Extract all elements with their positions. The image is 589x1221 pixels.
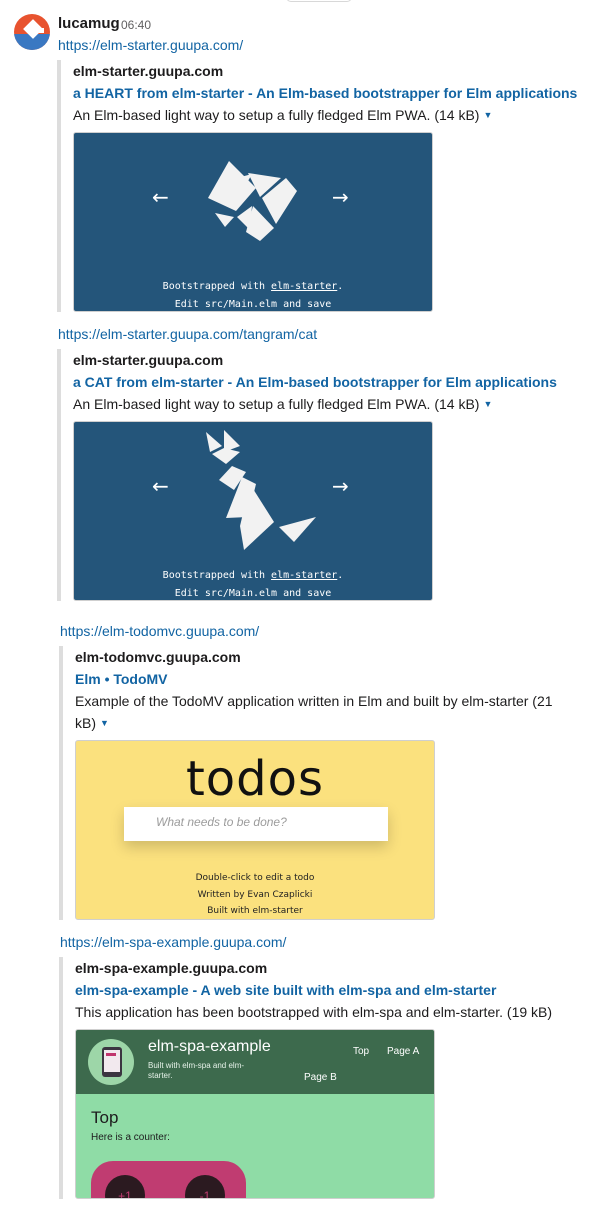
unfurl-title-link[interactable]: a HEART from elm-starter - An Elm-based … (73, 82, 577, 104)
spa-text: Here is a counter: (91, 1132, 170, 1143)
link-unfurl-4: elm-spa-example.guupa.com elm-spa-exampl… (59, 957, 552, 1199)
spa-nav-top: Top (353, 1046, 370, 1057)
username[interactable]: lucamug (58, 15, 120, 32)
message-link-2[interactable]: https://elm-starter.guupa.com/tangram/ca… (58, 326, 317, 342)
caret-down-icon[interactable]: ▼ (483, 104, 492, 126)
scroll-indicator (286, 0, 352, 2)
unfurl-site-name: elm-spa-example.guupa.com (75, 960, 268, 976)
unfurl-site-name: elm-todomvc.guupa.com (75, 649, 241, 665)
unfurl-preview-image[interactable]: ← → Bootstrapped with elm-starter. Edit … (73, 132, 433, 312)
message-timestamp[interactable]: 06:40 (121, 18, 151, 32)
phone-logo-icon (102, 1047, 122, 1077)
unfurl-site-name: elm-starter.guupa.com (73, 63, 224, 79)
todo-footer-line: Written by Evan Czaplicki (197, 890, 313, 900)
decrement-button: -1 (185, 1175, 225, 1198)
unfurl-title-link[interactable]: Elm • TodoMV (75, 668, 579, 690)
unfurl-preview-image[interactable]: todos What needs to be done? Double-clic… (75, 740, 435, 920)
unfurl-description: Example of the TodoMV application writte… (75, 690, 573, 734)
caret-down-icon[interactable]: ▼ (100, 712, 109, 734)
spa-nav-page-b: Page B (304, 1072, 337, 1083)
link-unfurl-2: elm-starter.guupa.com a CAT from elm-sta… (57, 349, 557, 601)
todos-heading: todos (185, 751, 325, 807)
unfurl-description: An Elm-based light way to setup a fully … (73, 393, 557, 415)
unfurl-description: An Elm-based light way to setup a fully … (73, 104, 577, 126)
preview-footer-line-1: Bootstrapped with elm-starter. (162, 570, 344, 581)
spa-app-name: elm-spa-example (148, 1038, 271, 1055)
message-link-3[interactable]: https://elm-todomvc.guupa.com/ (60, 623, 259, 639)
link-unfurl-1: elm-starter.guupa.com a HEART from elm-s… (57, 60, 577, 312)
avatar[interactable] (14, 14, 50, 50)
link-unfurl-3: elm-todomvc.guupa.com Elm • TodoMV Examp… (59, 646, 579, 920)
unfurl-preview-image[interactable]: elm-spa-example Built with elm-spa and e… (75, 1029, 435, 1199)
unfurl-site-name: elm-starter.guupa.com (73, 352, 224, 368)
increment-button: +1 (105, 1175, 145, 1198)
unfurl-description: This application has been bootstrapped w… (75, 1004, 553, 1020)
spa-heading: Top (91, 1108, 119, 1127)
message-link-1[interactable]: https://elm-starter.guupa.com/ (58, 37, 243, 53)
unfurl-title-link[interactable]: a CAT from elm-starter - An Elm-based bo… (73, 371, 557, 393)
caret-down-icon[interactable]: ▼ (483, 393, 492, 415)
preview-footer-line-2: Edit src/Main.elm and save (174, 299, 332, 310)
preview-footer-line-2: Edit src/Main.elm and save (174, 588, 332, 599)
todo-input: What needs to be done? (124, 807, 388, 841)
counter-card: +1 -1 (91, 1161, 246, 1198)
spa-subtitle: Built with elm-spa and elm-starter. (148, 1061, 245, 1080)
unfurl-preview-image[interactable]: ← → Bootstrapped with elm-starter. Edit … (73, 421, 433, 601)
spa-nav-page-a: Page A (387, 1046, 420, 1057)
todo-footer-line: Double-click to edit a todo (195, 873, 315, 883)
spa-header: elm-spa-example Built with elm-spa and e… (76, 1030, 434, 1094)
message-link-4[interactable]: https://elm-spa-example.guupa.com/ (60, 934, 286, 950)
preview-footer-line-1: Bootstrapped with elm-starter. (162, 281, 344, 292)
unfurl-title-link[interactable]: elm-spa-example - A web site built with … (75, 979, 552, 1001)
todo-footer-line: Built with elm-starter (207, 906, 303, 916)
